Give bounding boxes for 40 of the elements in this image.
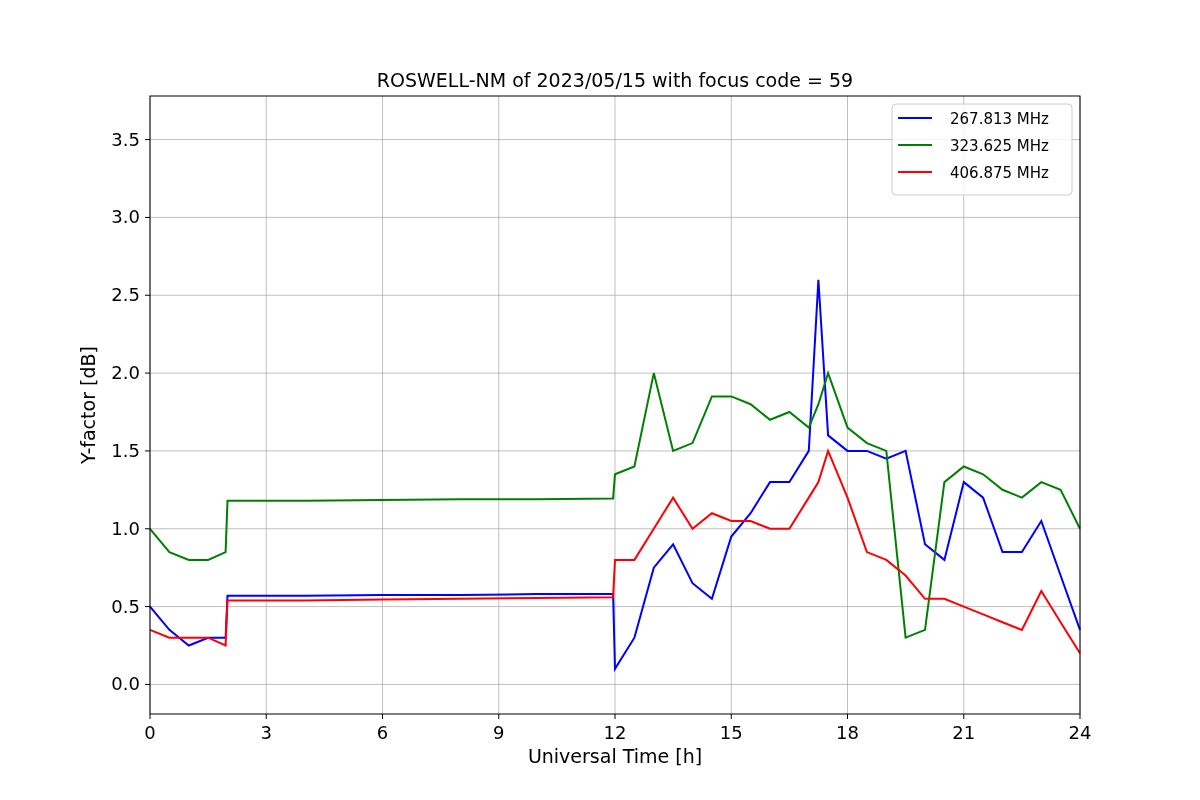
tick-mark [144, 139, 151, 141]
tick-mark [614, 713, 616, 720]
tick-mark [149, 713, 151, 720]
legend-label: 406.875 MHz [950, 164, 1049, 182]
y-tick-label: 1.0 [111, 517, 140, 539]
x-tick-label: 15 [719, 722, 743, 743]
tick-mark [144, 683, 151, 685]
y-tick-label: 3.5 [111, 128, 140, 150]
tick-mark [730, 713, 732, 720]
tick-mark [144, 294, 151, 296]
legend-label: 323.625 MHz [950, 137, 1049, 155]
tick-mark [144, 606, 151, 608]
tick-mark [1079, 713, 1081, 720]
tick-mark [498, 713, 500, 720]
y-tick-label: 2.5 [111, 284, 140, 306]
x-tick-label: 24 [1068, 722, 1092, 743]
y-tick-label: 1.5 [111, 439, 140, 461]
tick-mark [144, 216, 151, 218]
y-tick-label: 3.0 [111, 206, 140, 228]
chart-title: ROSWELL-NM of 2023/05/15 with focus code = 59 [376, 69, 854, 91]
tick-mark [144, 372, 151, 374]
x-tick-label: 21 [952, 722, 976, 743]
y-tick-label: 2.0 [111, 362, 140, 384]
x-tick-label: 18 [836, 722, 859, 743]
x-axis-label: Universal Time [h] [527, 745, 703, 767]
y-tick-label: 0.5 [111, 595, 140, 617]
x-tick-label: 6 [376, 722, 389, 743]
x-tick-label: 0 [144, 722, 156, 743]
y-tick-label: 0.0 [111, 673, 140, 695]
x-tick-label: 3 [260, 722, 272, 743]
tick-mark [382, 713, 383, 720]
legend-label: 267.813 MHz [950, 110, 1049, 128]
tick-mark [963, 713, 965, 720]
tick-mark [265, 713, 267, 720]
x-tick-label: 12 [603, 722, 627, 743]
y-axis-label: Y-factor [dB] [77, 346, 99, 464]
tick-mark [144, 450, 151, 452]
tick-mark [847, 713, 848, 720]
x-tick-label: 9 [493, 722, 505, 743]
tick-mark [144, 528, 151, 530]
